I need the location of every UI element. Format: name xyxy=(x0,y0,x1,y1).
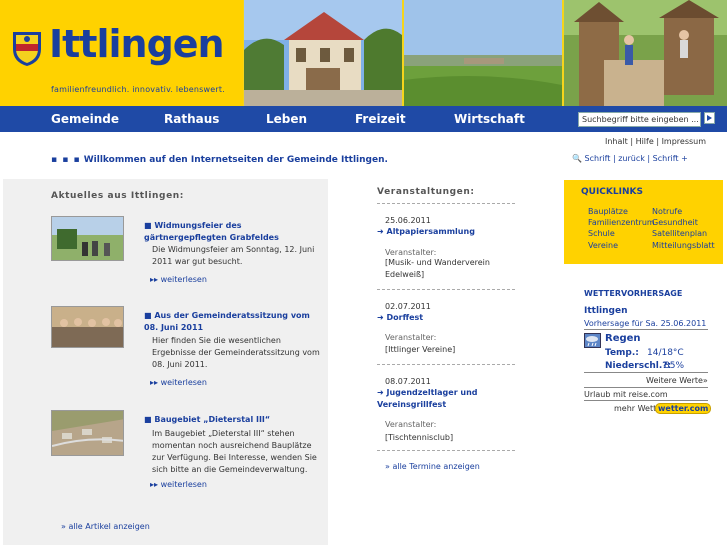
rain-value: 85% xyxy=(664,361,685,371)
travel-link[interactable]: Urlaub mit reise.com xyxy=(584,390,668,399)
divider xyxy=(584,387,708,388)
event-date-3: 08.07.2011 xyxy=(385,377,431,386)
impressum-link[interactable]: Impressum xyxy=(662,137,706,146)
text-tools: 🔍 Schrift | zurück | Schrift + xyxy=(572,154,688,163)
coat-of-arms-icon xyxy=(13,32,41,66)
tagline: familienfreundlich. innovativ. lebenswer… xyxy=(51,85,225,94)
event-organizer-label-1: Veranstalter: xyxy=(385,248,437,257)
quicklink-gesundheit[interactable]: Gesundheit xyxy=(652,218,698,227)
nav-item-wirtschaft[interactable]: Wirtschaft xyxy=(454,112,525,126)
divider xyxy=(584,329,708,330)
quicklink-vereine[interactable]: Vereine xyxy=(588,241,618,250)
separator: | xyxy=(630,137,634,146)
divider xyxy=(584,372,708,373)
separator: | xyxy=(647,154,651,163)
event-organizer-label-2: Veranstalter: xyxy=(385,333,437,342)
divider xyxy=(377,450,515,451)
search-arrow-icon xyxy=(707,115,712,121)
separator: | xyxy=(656,137,660,146)
event-title-1[interactable]: ➜ Altpapiersammlung xyxy=(377,226,512,238)
read-more-link-1[interactable]: ▸▸ weiterlesen xyxy=(150,275,207,284)
weather-town: Ittlingen xyxy=(584,306,628,316)
wetter-com-badge[interactable]: wetter.com xyxy=(655,403,712,414)
event-date-1: 25.06.2011 xyxy=(385,216,431,225)
nav-item-freizeit[interactable]: Freizeit xyxy=(355,112,406,126)
weather-title: WETTERVORHERSAGE xyxy=(584,289,683,298)
quicklink-familienzentrum[interactable]: Familienzentrum xyxy=(588,218,655,227)
read-more-link-3[interactable]: ▸▸ weiterlesen xyxy=(150,480,207,489)
font-larger-link[interactable]: Schrift + xyxy=(653,154,688,163)
event-date-2: 02.07.2011 xyxy=(385,302,431,311)
townhall-photo xyxy=(244,0,402,106)
divider xyxy=(584,400,708,401)
temp-value: 14/18°C xyxy=(647,348,684,358)
event-title-3[interactable]: ➜ Jugendzeltlager und Vereinsgrillfest xyxy=(377,387,512,411)
zoom-out-icon: 🔍 xyxy=(572,154,582,163)
all-events-link[interactable]: » alle Termine anzeigen xyxy=(385,462,480,471)
rain-label: Niederschl.?: xyxy=(605,361,672,371)
divider xyxy=(377,289,515,290)
utility-links: Inhalt | Hilfe | Impressum xyxy=(605,137,706,146)
news-title-3[interactable]: ■ Baugebiet „Dieterstal III“ xyxy=(144,414,314,426)
welcome-text: Willkommen auf den Internetseiten der Ge… xyxy=(83,155,388,165)
quicklink-satellitenplan[interactable]: Satellitenplan xyxy=(652,229,707,238)
temp-label: Temp.: xyxy=(605,348,639,358)
nav-item-rathaus[interactable]: Rathaus xyxy=(164,112,219,126)
rain-cloud-icon xyxy=(584,333,601,348)
all-articles-link[interactable]: » alle Artikel anzeigen xyxy=(61,522,150,531)
divider xyxy=(377,364,515,365)
header-banner: Ittlingen familienfreundlich. innovativ.… xyxy=(0,0,727,106)
landscape-photo xyxy=(404,0,562,106)
welcome-heading: ▪ ▪ ▪ Willkommen auf den Internetseiten … xyxy=(51,155,388,165)
weather-condition: Regen xyxy=(605,333,641,344)
quicklink-schule[interactable]: Schule xyxy=(588,229,615,238)
inhalt-link[interactable]: Inhalt xyxy=(605,137,628,146)
search-input[interactable]: Suchbegriff bitte eingeben ... xyxy=(578,112,701,127)
news-image-grabfeld[interactable] xyxy=(51,216,124,261)
news-title: Aktuelles aus Ittlingen: xyxy=(51,191,184,201)
logo-text: Ittlingen xyxy=(49,22,225,66)
playground-photo xyxy=(564,0,727,106)
quicklinks-title: QUICKLINKS xyxy=(581,187,643,197)
weather-forecast-date: Vorhersage für Sa. 25.06.2011 xyxy=(584,319,707,328)
events-title: Veranstaltungen: xyxy=(377,187,475,197)
read-more-link-2[interactable]: ▸▸ weiterlesen xyxy=(150,378,207,387)
separator: | xyxy=(612,154,616,163)
quicklink-notrufe[interactable]: Notrufe xyxy=(652,207,682,216)
news-title-1[interactable]: ■ Widmungsfeier des gärtnergepflegten Gr… xyxy=(144,220,314,244)
nav-item-gemeinde[interactable]: Gemeinde xyxy=(51,112,119,126)
quicklink-bauplaetze[interactable]: Bauplätze xyxy=(588,207,628,216)
news-body-3: Im Baugebiet „Dieterstal III“ stehen mom… xyxy=(152,429,317,474)
quicklink-mitteilungsblatt[interactable]: Mitteilungsblatt xyxy=(652,241,715,250)
hilfe-link[interactable]: Hilfe xyxy=(636,137,654,146)
news-title-2[interactable]: ■ Aus der Gemeinderatssitzung vom 08. Ju… xyxy=(144,310,314,334)
event-organizer-label-3: Veranstalter: xyxy=(385,420,437,429)
nav-item-leben[interactable]: Leben xyxy=(266,112,307,126)
search-button[interactable] xyxy=(704,112,715,124)
more-values-link[interactable]: Weitere Werte» xyxy=(646,376,708,385)
welcome-dots: ▪ ▪ ▪ xyxy=(51,155,81,165)
font-smaller-link[interactable]: Schrift xyxy=(585,154,611,163)
back-link[interactable]: zurück xyxy=(618,154,645,163)
divider xyxy=(377,203,515,204)
event-title-2[interactable]: ➜ Dorffest xyxy=(377,312,512,324)
event-organizer-1: [Musik- und Wanderverein Edelweiß] xyxy=(385,258,490,279)
news-image-gemeinderat[interactable] xyxy=(51,306,124,348)
news-body-2: Hier finden Sie die wesentlichen Ergebni… xyxy=(152,336,320,369)
news-body-1: Die Widmungsfeier am Sonntag, 12. Juni 2… xyxy=(152,245,315,266)
event-organizer-3: [Tischtennisclub] xyxy=(385,433,454,442)
news-image-baugebiet[interactable] xyxy=(51,410,124,456)
event-organizer-2: [Ittlinger Vereine] xyxy=(385,345,456,354)
logo-area[interactable]: Ittlingen familienfreundlich. innovativ.… xyxy=(0,0,243,106)
